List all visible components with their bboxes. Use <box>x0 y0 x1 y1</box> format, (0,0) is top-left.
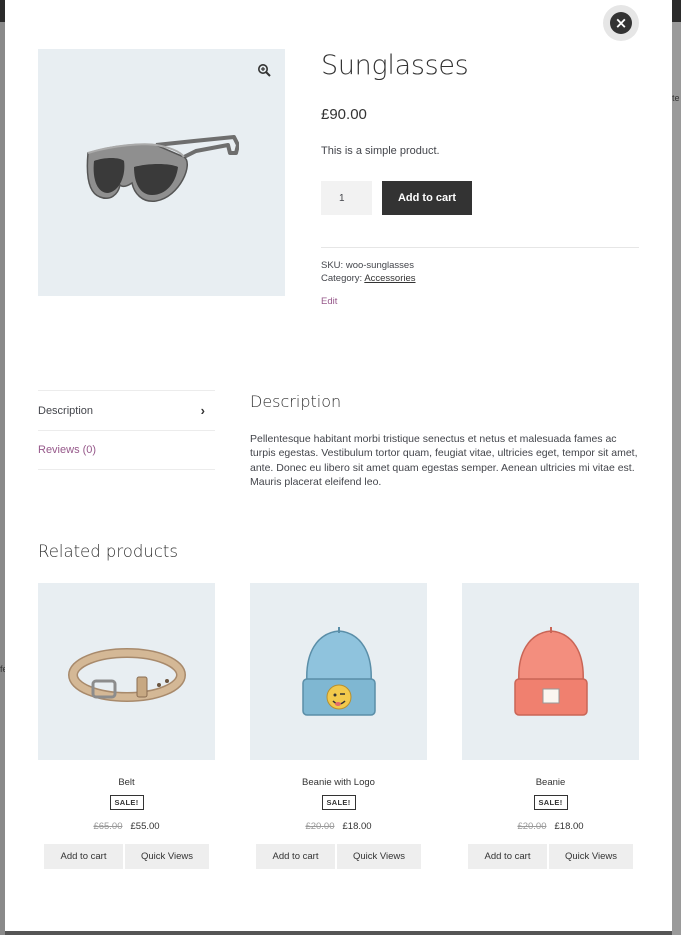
category-label: Category: <box>321 273 363 284</box>
product-price: £20.00 £18.00 <box>462 821 639 832</box>
edit-link[interactable]: Edit <box>321 296 639 307</box>
product-price: £20.00 £18.00 <box>250 821 427 832</box>
product-thumbnail[interactable] <box>462 583 639 760</box>
product-meta: SKU: woo-sunglasses Category: Accessorie… <box>321 247 639 285</box>
product-name[interactable]: Beanie with Logo <box>250 777 427 788</box>
card-actions: Add to cart Quick Views <box>462 844 639 869</box>
category-link[interactable]: Accessories <box>364 273 415 284</box>
description-heading: Description <box>250 392 342 411</box>
backdrop-right-edge <box>672 22 681 935</box>
product-gallery <box>38 49 285 296</box>
old-price: £20.00 <box>517 821 547 832</box>
related-product-belt: Belt SALE! £65.00 £55.00 Add to cart Quic… <box>38 583 215 869</box>
tab-label: Description <box>38 404 94 417</box>
quick-view-modal: × Sunglasses £90.00 This is a simple pro… <box>5 0 672 931</box>
description-text: Pellentesque habitant morbi tristique se… <box>250 433 638 488</box>
close-button[interactable]: × <box>603 5 639 41</box>
tab-description[interactable]: Description › <box>38 390 215 430</box>
product-thumbnail[interactable] <box>38 583 215 760</box>
product-tabs: Description › Reviews (0) <box>38 390 215 470</box>
sku-value: woo-sunglasses <box>345 260 414 271</box>
sale-badge: SALE! <box>533 795 568 810</box>
product-name[interactable]: Belt <box>38 777 215 788</box>
old-price: £65.00 <box>93 821 123 832</box>
category-row: Category: Accessories <box>321 272 639 285</box>
sku-row: SKU: woo-sunglasses <box>321 259 639 272</box>
quick-view-button[interactable]: Quick Views <box>125 844 209 869</box>
sale-price: £18.00 <box>342 821 372 832</box>
add-to-cart-button[interactable]: Add to cart <box>44 844 123 869</box>
sunglasses-image <box>86 135 239 202</box>
sale-price: £55.00 <box>130 821 160 832</box>
product-summary: Sunglasses £90.00 This is a simple produ… <box>321 50 639 307</box>
belt-image <box>67 647 186 702</box>
add-to-cart-button[interactable]: Add to cart <box>468 844 547 869</box>
quantity-input[interactable] <box>321 181 372 215</box>
product-thumbnail[interactable] <box>250 583 427 760</box>
beanie-image <box>513 626 588 716</box>
card-actions: Add to cart Quick Views <box>250 844 427 869</box>
product-price: £90.00 <box>321 106 367 123</box>
description-panel: Description Pellentesque habitant morbi … <box>250 392 642 489</box>
zoom-icon[interactable] <box>257 63 271 77</box>
related-products-title: Related products <box>38 542 178 561</box>
sale-badge: SALE! <box>321 795 356 810</box>
add-to-cart-form: Add to cart <box>321 181 639 215</box>
tab-label: Reviews (0) <box>38 444 97 456</box>
quick-view-button[interactable]: Quick Views <box>337 844 421 869</box>
sale-price: £18.00 <box>554 821 584 832</box>
chevron-right-icon: › <box>200 403 205 418</box>
add-to-cart-button[interactable]: Add to cart <box>256 844 335 869</box>
sku-label: SKU: <box>321 260 344 271</box>
beanie-with-logo-image <box>301 626 376 716</box>
tab-reviews[interactable]: Reviews (0) <box>38 430 215 470</box>
old-price: £20.00 <box>305 821 335 832</box>
sale-badge: SALE! <box>109 795 144 810</box>
add-to-cart-button[interactable]: Add to cart <box>382 181 472 215</box>
backdrop-text: te <box>672 93 680 103</box>
product-price: £65.00 £55.00 <box>38 821 215 832</box>
card-actions: Add to cart Quick Views <box>38 844 215 869</box>
related-product-beanie-with-logo: Beanie with Logo SALE! £20.00 £18.00 Add … <box>250 583 427 869</box>
quick-view-button[interactable]: Quick Views <box>549 844 633 869</box>
product-title: Sunglasses <box>321 50 469 81</box>
close-icon[interactable]: × <box>610 12 632 34</box>
product-name[interactable]: Beanie <box>462 777 639 788</box>
related-product-beanie: Beanie SALE! £20.00 £18.00 Add to cart Qu… <box>462 583 639 869</box>
short-description: This is a simple product. <box>321 145 440 157</box>
